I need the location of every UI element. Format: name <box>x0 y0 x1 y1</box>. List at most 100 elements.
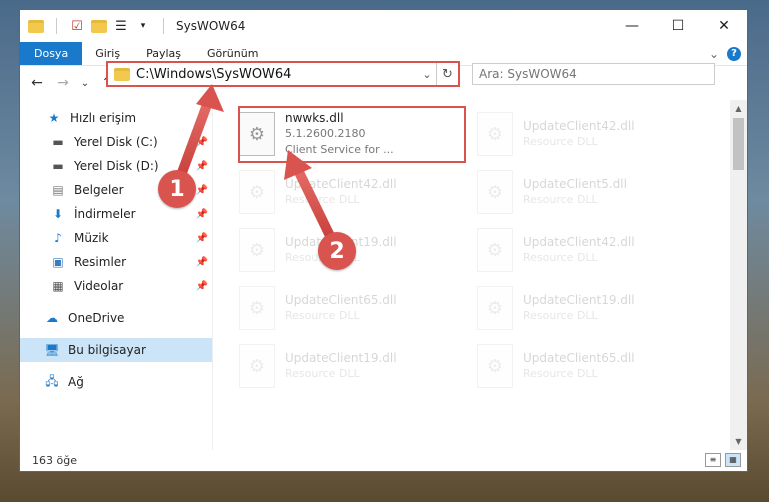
minimize-button[interactable]: — <box>609 10 655 42</box>
file-item[interactable]: ⚙ UpdateClient42.dll Resource DLL <box>473 106 698 162</box>
forward-button[interactable]: → <box>52 72 74 94</box>
pin-icon[interactable]: 📌 <box>196 185 208 196</box>
sidebar-item-onedrive[interactable]: ☁ OneDrive <box>20 306 212 330</box>
sidebar-item-quick-access[interactable]: ★ Hızlı erişim <box>20 106 212 130</box>
file-item[interactable]: ⚙ UpdateClient19.dll Resource DLL <box>235 338 460 394</box>
dll-file-icon: ⚙ <box>239 286 275 330</box>
computer-icon: 🖥 <box>44 343 60 357</box>
recent-locations-button[interactable]: ⌄ <box>78 72 92 94</box>
pin-icon[interactable]: 📌 <box>196 257 208 268</box>
new-folder-icon[interactable] <box>91 19 107 33</box>
documents-icon: ▤ <box>52 183 64 197</box>
file-item[interactable]: ⚙ UpdateClient65.dll Resource DLL <box>235 280 460 336</box>
maximize-button[interactable]: ☐ <box>655 10 701 42</box>
file-description: Resource DLL <box>523 251 598 264</box>
vertical-scrollbar[interactable]: ▲ ▼ <box>730 100 747 450</box>
sidebar-item-label: Hızlı erişim <box>70 111 137 125</box>
sidebar-item-this-pc[interactable]: 🖥 Bu bilgisayar <box>20 338 212 362</box>
search-input[interactable] <box>479 67 714 81</box>
dll-file-icon: ⚙ <box>239 228 275 272</box>
file-description: Resource DLL <box>285 309 360 322</box>
file-name: UpdateClient42.dll <box>523 119 635 133</box>
dll-file-icon: ⚙ <box>239 170 275 214</box>
title-bar: ☑ ☰ ▾ SysWOW64 — ☐ ✕ <box>20 10 747 42</box>
file-description: Resource DLL <box>523 309 598 322</box>
divider <box>163 18 164 34</box>
pin-icon[interactable]: 📌 <box>196 137 208 148</box>
sidebar-item-pictures[interactable]: ▣ Resimler 📌 <box>20 250 212 274</box>
details-view-icon[interactable]: ≡ <box>705 453 721 467</box>
customize-toolbar-icon[interactable]: ☰ <box>113 18 129 34</box>
sidebar-item-videos[interactable]: ▦ Videolar 📌 <box>20 274 212 298</box>
help-icon[interactable]: ? <box>727 46 741 61</box>
file-name: UpdateClient19.dll <box>285 351 397 365</box>
qat-dropdown-icon[interactable]: ▾ <box>135 18 151 34</box>
sidebar-item-label: Resimler <box>74 255 127 269</box>
file-item[interactable]: ⚙ UpdateClient42.dll Resource DLL <box>235 164 460 220</box>
sidebar-item-music[interactable]: ♪ Müzik 📌 <box>20 226 212 250</box>
view-toggle: ≡ ▦ <box>705 453 747 467</box>
file-item[interactable]: ⚙ UpdateClient42.dll Resource DLL <box>473 222 698 278</box>
close-button[interactable]: ✕ <box>701 10 747 42</box>
file-name: UpdateClient5.dll <box>523 177 627 191</box>
dll-file-icon: ⚙ <box>477 286 513 330</box>
pin-icon[interactable]: 📌 <box>196 233 208 244</box>
file-name: UpdateClient42.dll <box>285 177 397 191</box>
file-item[interactable]: ⚙ UpdateClient65.dll Resource DLL <box>473 338 698 394</box>
sidebar-item-disk-c[interactable]: ▬ Yerel Disk (C:) 📌 <box>20 130 212 154</box>
ribbon-right: ⌄ ? <box>709 42 747 65</box>
file-highlight-box <box>238 106 466 163</box>
scroll-down-icon[interactable]: ▼ <box>730 433 747 450</box>
pin-icon[interactable]: 📌 <box>196 281 208 292</box>
file-item[interactable]: ⚙ UpdateClient19.dll Resource DLL <box>473 280 698 336</box>
sidebar-item-label: Müzik <box>74 231 109 245</box>
sidebar-item-label: Belgeler <box>74 183 124 197</box>
folder-icon <box>28 19 44 33</box>
expand-ribbon-icon[interactable]: ⌄ <box>709 47 719 61</box>
file-description: Resource DLL <box>523 135 598 148</box>
address-path[interactable]: C:\Windows\SysWOW64 <box>136 67 418 82</box>
music-icon: ♪ <box>54 231 62 245</box>
address-dropdown-icon[interactable]: ⌄ <box>418 68 436 81</box>
window-title: SysWOW64 <box>176 19 246 33</box>
quick-access-toolbar: ☑ ☰ ▾ SysWOW64 <box>20 18 245 34</box>
window-controls: — ☐ ✕ <box>609 10 747 42</box>
file-name: UpdateClient65.dll <box>523 351 635 365</box>
scrollbar-thumb[interactable] <box>733 118 744 170</box>
dll-file-icon: ⚙ <box>477 112 513 156</box>
pin-icon[interactable]: 📌 <box>196 209 208 220</box>
cloud-icon: ☁ <box>46 311 58 325</box>
dll-file-icon: ⚙ <box>477 228 513 272</box>
drive-icon: ▬ <box>52 135 64 149</box>
star-icon: ★ <box>48 111 60 125</box>
address-bar[interactable]: C:\Windows\SysWOW64 ⌄ ↻ <box>106 61 460 87</box>
scroll-up-icon[interactable]: ▲ <box>730 100 747 117</box>
refresh-button[interactable]: ↻ <box>436 63 458 85</box>
tiles-view-icon[interactable]: ▦ <box>725 453 741 467</box>
file-name: UpdateClient19.dll <box>523 293 635 307</box>
file-description: Resource DLL <box>523 367 598 380</box>
file-name: UpdateClient42.dll <box>523 235 635 249</box>
sidebar-item-label: İndirmeler <box>74 207 136 221</box>
folder-icon <box>114 67 130 81</box>
back-button[interactable]: ← <box>26 72 48 94</box>
network-icon: 🖧 <box>45 373 59 388</box>
tab-file[interactable]: Dosya <box>20 42 83 65</box>
step-badge-1: 1 <box>158 170 196 208</box>
sidebar-item-network[interactable]: 🖧 Ağ <box>20 370 212 394</box>
item-count: 163 öğe <box>32 453 77 467</box>
properties-icon[interactable]: ☑ <box>69 18 85 34</box>
dll-file-icon: ⚙ <box>477 344 513 388</box>
sidebar-item-label: Ağ <box>68 375 84 389</box>
pin-icon[interactable]: 📌 <box>196 161 208 172</box>
file-item[interactable]: ⚙ UpdateClient5.dll Resource DLL <box>473 164 698 220</box>
dll-file-icon: ⚙ <box>477 170 513 214</box>
divider <box>56 18 57 34</box>
step-badge-2: 2 <box>318 232 356 270</box>
search-box[interactable] <box>472 63 715 85</box>
drive-icon: ▬ <box>52 159 64 173</box>
sidebar-item-label: Videolar <box>74 279 124 293</box>
